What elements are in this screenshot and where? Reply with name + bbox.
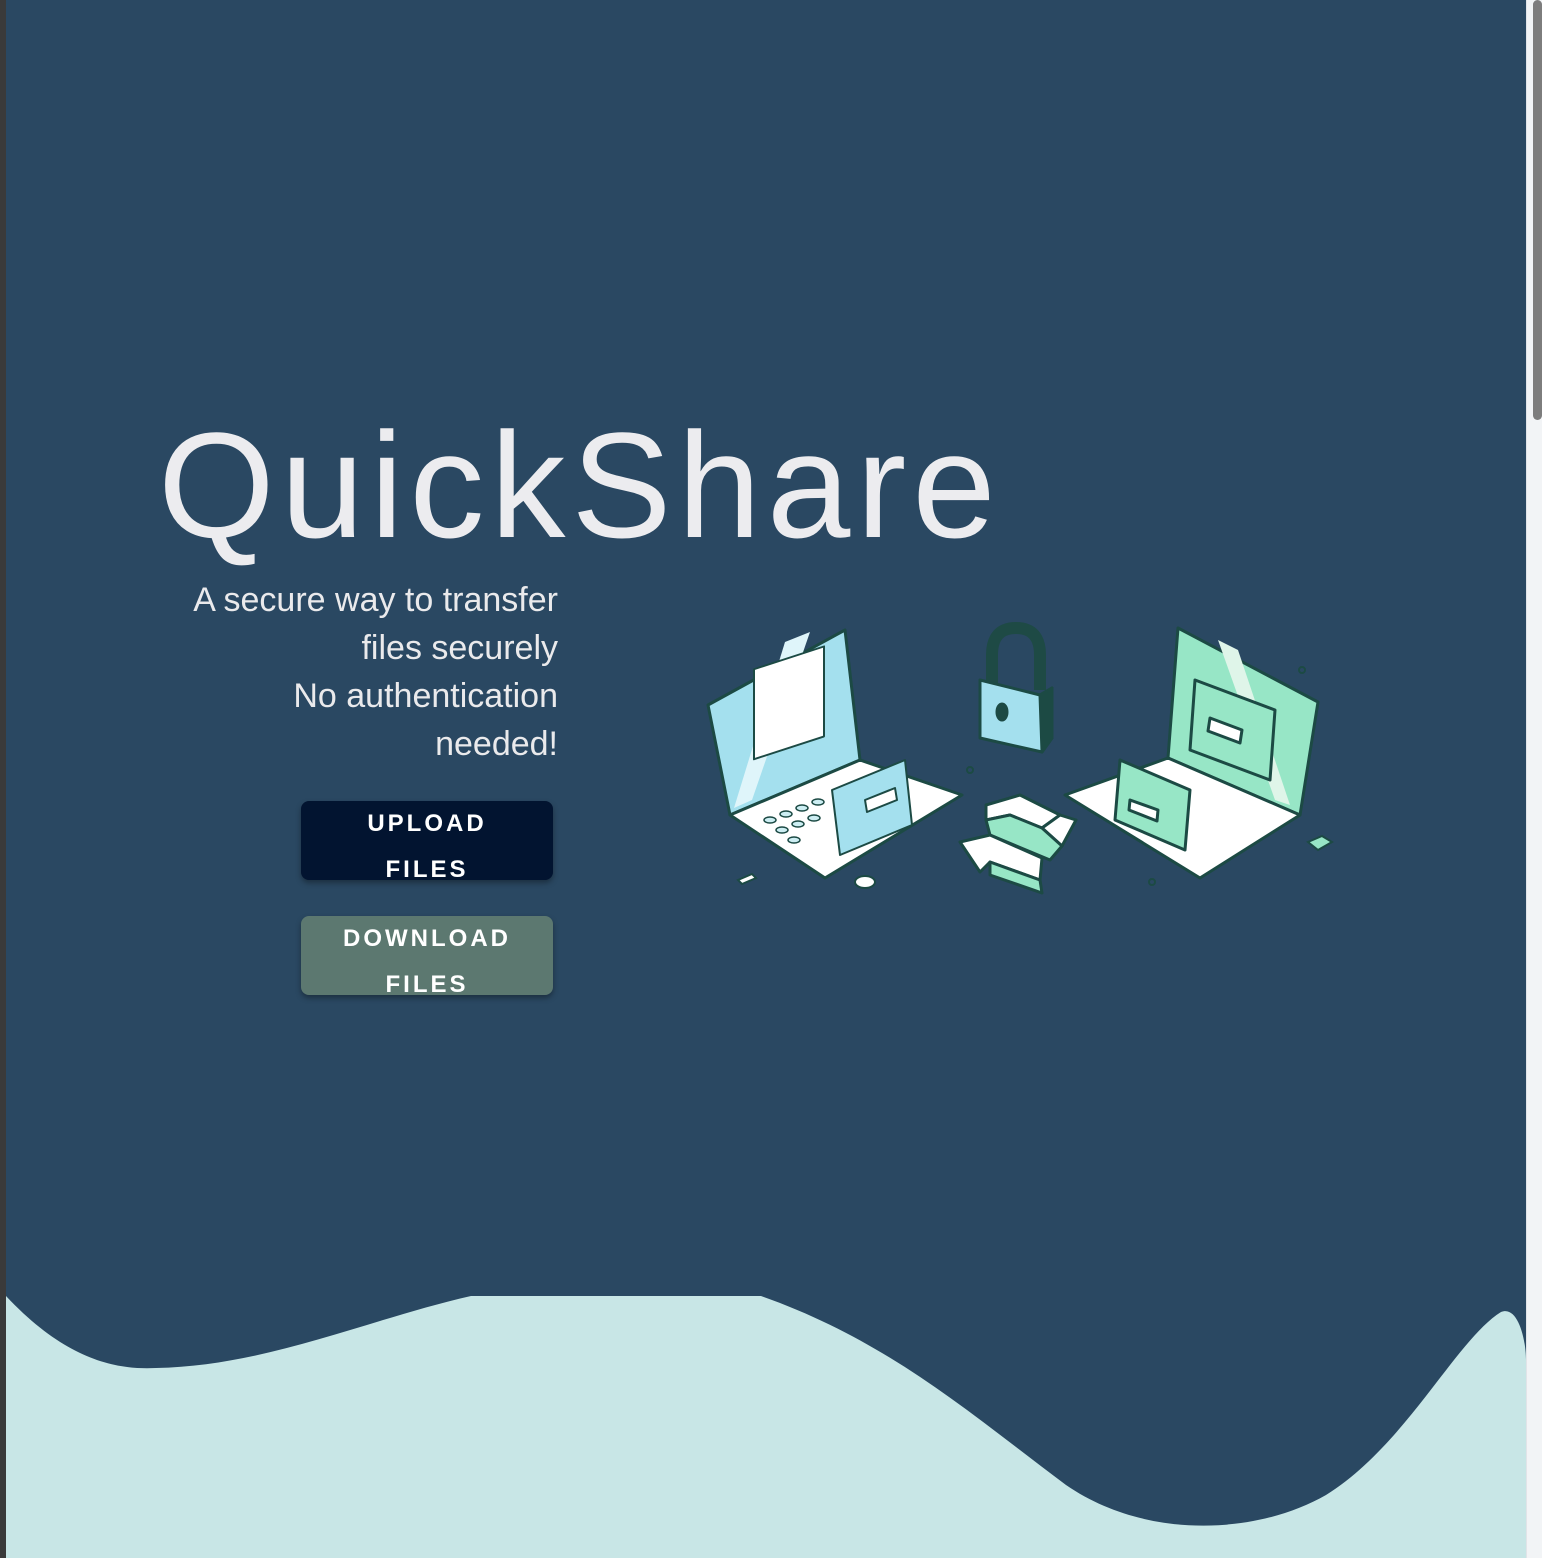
laptop-icon <box>1063 626 1320 880</box>
transfer-arrows-icon <box>958 793 1078 895</box>
download-button-label: DOWNLOAD <box>343 925 511 952</box>
laptop-icon <box>706 628 964 880</box>
upload-button-label: UPLOAD <box>367 810 487 837</box>
download-files-button[interactable]: DOWNLOAD FILES <box>301 916 553 998</box>
tagline-line: needed! <box>435 725 558 763</box>
tagline: A secure way to transfer files securely … <box>146 576 558 768</box>
download-button-label: FILES <box>385 971 469 998</box>
tagline-line: No authentication <box>293 677 558 715</box>
upload-button-label: FILES <box>385 856 469 883</box>
tagline-line: files securely <box>361 629 558 667</box>
file-transfer-illustration <box>706 622 1334 895</box>
padlock-icon <box>978 622 1054 754</box>
tagline-line: A secure way to transfer <box>193 581 558 619</box>
upload-files-button[interactable]: UPLOAD FILES <box>301 801 553 883</box>
landing-page: QuickShare A secure way to transfer file… <box>6 0 1526 1558</box>
scrollbar-thumb[interactable] <box>1533 0 1542 420</box>
page-title: QuickShare <box>158 401 1002 569</box>
footer-wave <box>6 1296 1526 1558</box>
